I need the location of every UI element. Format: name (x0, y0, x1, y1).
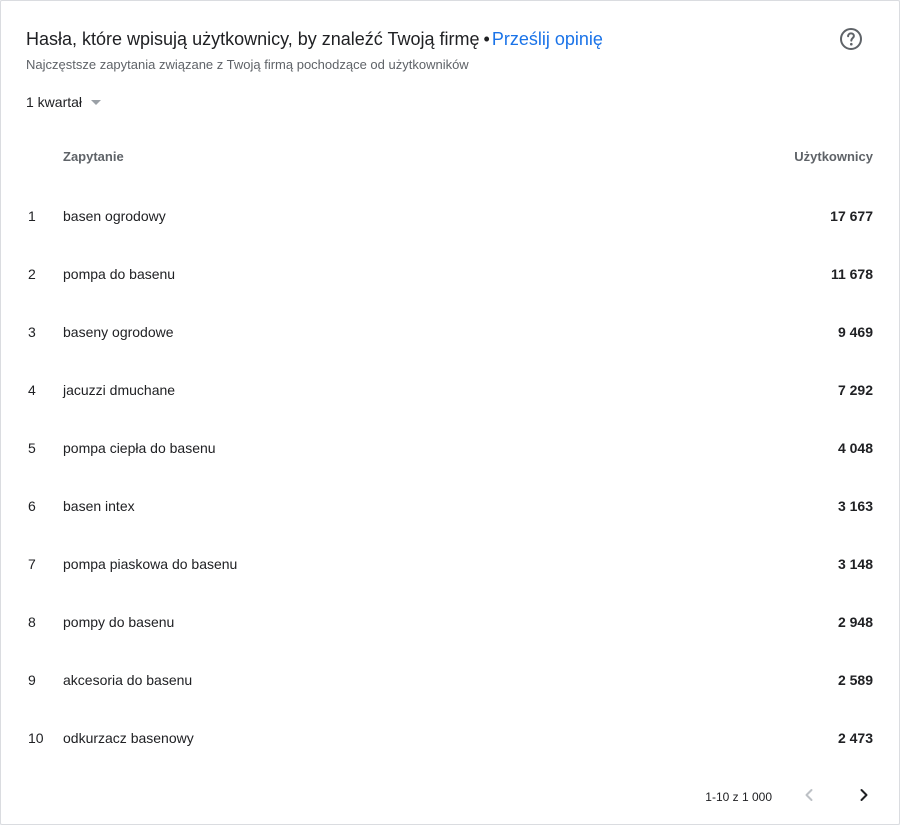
card-title-text: Hasła, które wpisują użytkownicy, by zna… (26, 29, 480, 49)
table-row: 7 pompa piaskowa do basenu 3 148 (1, 535, 899, 593)
row-rank: 3 (28, 324, 36, 340)
row-query: odkurzacz basenowy (63, 730, 194, 746)
table-row: 1 basen ogrodowy 17 677 (1, 187, 899, 245)
query-table-body: 1 basen ogrodowy 17 677 2 pompa do basen… (1, 187, 899, 767)
period-dropdown[interactable]: 1 kwartał (26, 92, 102, 112)
row-query: basen ogrodowy (63, 208, 166, 224)
row-query: jacuzzi dmuchane (63, 382, 176, 398)
row-query: pompa piaskowa do basenu (63, 556, 238, 572)
dropdown-caret-icon (91, 100, 102, 105)
table-row: 5 pompa ciepła do basenu 4 048 (1, 419, 899, 477)
row-rank: 4 (28, 382, 36, 398)
chevron-right-icon[interactable] (852, 783, 876, 807)
row-users-count: 2 948 (837, 614, 873, 630)
row-users-count: 3 163 (837, 498, 873, 514)
search-terms-card: Hasła, które wpisują użytkownicy, by zna… (0, 0, 900, 825)
card-subtitle: Najczęstsze zapytania związane z Twoją f… (26, 57, 469, 72)
table-row: 8 pompy do basenu 2 948 (1, 593, 899, 651)
column-header-query: Zapytanie (63, 149, 124, 164)
row-users-count: 17 677 (830, 208, 873, 224)
row-rank: 9 (28, 672, 36, 688)
row-rank: 2 (28, 266, 36, 282)
row-query: akcesoria do basenu (63, 672, 193, 688)
row-users-count: 11 678 (830, 266, 873, 282)
card-title: Hasła, które wpisują użytkownicy, by zna… (26, 27, 603, 51)
row-rank: 1 (28, 208, 36, 224)
row-query: basen intex (63, 498, 135, 514)
row-users-count: 3 148 (837, 556, 873, 572)
row-query: pompa ciepła do basenu (63, 440, 216, 456)
table-row: 10 odkurzacz basenowy 2 473 (1, 709, 899, 767)
row-users-count: 2 473 (837, 730, 873, 746)
table-row: 9 akcesoria do basenu 2 589 (1, 651, 899, 709)
column-header-users: Użytkownicy (794, 149, 873, 164)
row-users-count: 4 048 (837, 440, 873, 456)
row-query: pompa do basenu (63, 266, 176, 282)
table-row: 3 baseny ogrodowe 9 469 (1, 303, 899, 361)
row-query: baseny ogrodowe (63, 324, 174, 340)
row-query: pompy do basenu (63, 614, 175, 630)
row-users-count: 9 469 (837, 324, 873, 340)
pagination-range: 1-10 z 1 000 (705, 790, 772, 804)
table-row: 6 basen intex 3 163 (1, 477, 899, 535)
row-rank: 5 (28, 440, 36, 456)
row-rank: 6 (28, 498, 36, 514)
send-feedback-link[interactable]: Prześlij opinię (492, 29, 603, 49)
row-users-count: 2 589 (837, 672, 873, 688)
table-row: 4 jacuzzi dmuchane 7 292 (1, 361, 899, 419)
title-separator: • (483, 29, 490, 49)
help-circle-icon[interactable] (839, 27, 863, 51)
table-row: 2 pompa do basenu 11 678 (1, 245, 899, 303)
row-rank: 7 (28, 556, 36, 572)
row-rank: 8 (28, 614, 36, 630)
row-rank: 10 (28, 730, 44, 746)
period-selected-value: 1 kwartał (26, 94, 83, 110)
chevron-left-icon[interactable] (797, 783, 821, 807)
row-users-count: 7 292 (837, 382, 873, 398)
